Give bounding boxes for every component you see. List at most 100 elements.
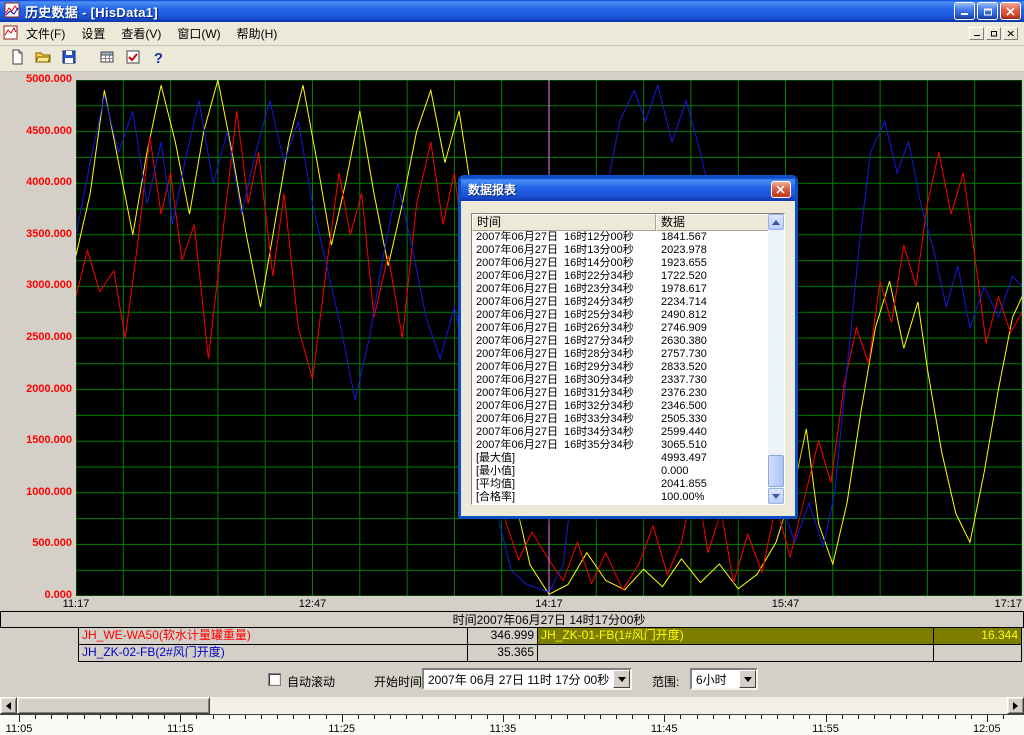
help-icon: ? — [154, 50, 163, 67]
report-row[interactable]: 2007年06月27日 16时27分34秒2630.380 — [472, 335, 770, 348]
menu-item-5[interactable]: 帮助(H) — [229, 22, 286, 45]
time-status-bar: 时间2007年06月27日 14时17分00秒 — [0, 611, 1024, 628]
ruler-tick — [664, 715, 665, 722]
legend-row-2[interactable]: JH_ZK-02-FB(2#风门开度)35.365 — [79, 645, 1021, 661]
vertical-scrollbar[interactable] — [768, 214, 784, 504]
report-row-value: 1722.520 — [656, 270, 707, 283]
menu-item-3[interactable]: 查看(V) — [113, 22, 169, 45]
data-table-button[interactable] — [95, 48, 118, 70]
report-row-value: 2023.978 — [656, 244, 707, 257]
application-window: 历史数据 - [HisData1] 文件(F)设置查看(V)窗口(W)帮助(H) — [0, 0, 1024, 735]
toolbar: ? — [0, 46, 1024, 72]
ruler-tick — [164, 715, 165, 719]
report-row[interactable]: 2007年06月27日 16时31分34秒2376.230 — [472, 387, 770, 400]
data-report-button[interactable] — [121, 48, 144, 70]
mdi-child-icon[interactable] — [3, 25, 18, 43]
x-axis-label: 11:17 — [56, 598, 96, 610]
column-header-value[interactable]: 数据 — [656, 214, 770, 231]
ruler-tick — [842, 715, 843, 719]
ruler-tick — [51, 715, 52, 719]
report-row[interactable]: [合格率]100.00% — [472, 491, 770, 504]
report-row[interactable]: 2007年06月27日 16时23分34秒1978.617 — [472, 283, 770, 296]
range-dropdown-icon[interactable] — [739, 670, 756, 688]
ruler-tick — [148, 715, 149, 719]
ruler-tick — [858, 715, 859, 719]
legend-value[interactable]: 16.344 — [934, 628, 1021, 644]
horizontal-scrollbar[interactable] — [0, 697, 1024, 714]
x-axis-label: 12:47 — [293, 598, 333, 610]
close-button[interactable] — [1000, 2, 1021, 20]
legend-value[interactable]: 35.365 — [468, 645, 538, 661]
legend-row-1[interactable]: JH_WE-WA50(软水计量罐重量)346.999JH_ZK-01-FB(1#… — [79, 628, 1021, 645]
ruler-tick — [793, 715, 794, 719]
auto-scroll-checkbox[interactable] — [268, 673, 281, 686]
y-axis-label: 4500.000 — [0, 125, 72, 138]
report-row-value: 2505.330 — [656, 413, 707, 426]
start-time-dropdown-icon[interactable] — [613, 670, 630, 688]
report-row-value: 3065.510 — [656, 439, 707, 452]
legend-name[interactable]: JH_WE-WA50(软水计量罐重量) — [79, 628, 468, 644]
report-row[interactable]: 2007年06月27日 16时29分34秒2833.520 — [472, 361, 770, 374]
report-row[interactable]: 2007年06月27日 16时14分00秒1923.655 — [472, 257, 770, 270]
scroll-right-button[interactable] — [1007, 697, 1024, 714]
dialog-title-bar[interactable]: 数据报表 — [461, 178, 795, 201]
report-row[interactable]: 2007年06月27日 16时26分34秒2746.909 — [472, 322, 770, 335]
report-row[interactable]: 2007年06月27日 16时25分34秒2490.812 — [472, 309, 770, 322]
report-row-time: 2007年06月27日 16时32分34秒 — [472, 400, 656, 413]
legend-name[interactable] — [538, 645, 934, 661]
y-axis-label: 500.000 — [0, 537, 72, 550]
report-row[interactable]: 2007年06月27日 16时12分00秒1841.567 — [472, 231, 770, 244]
report-row[interactable]: 2007年06月27日 16时35分34秒3065.510 — [472, 439, 770, 452]
mdi-restore-button[interactable] — [986, 27, 1001, 40]
data-report-dialog: 数据报表 时间 数据 2007年06月27日 16时12分00秒1841.567… — [458, 175, 798, 519]
column-header-time[interactable]: 时间 — [472, 214, 656, 231]
scroll-down-button[interactable] — [768, 488, 784, 504]
scroll-left-button[interactable] — [0, 697, 17, 714]
new-file-button[interactable] — [5, 48, 28, 70]
report-row[interactable]: 2007年06月27日 16时24分34秒2234.714 — [472, 296, 770, 309]
title-bar[interactable]: 历史数据 - [HisData1] — [0, 0, 1024, 22]
ruler-tick — [374, 715, 375, 719]
help-button[interactable]: ? — [147, 48, 170, 70]
report-row-time: 2007年06月27日 16时25分34秒 — [472, 309, 656, 322]
report-row[interactable]: 2007年06月27日 16时13分00秒2023.978 — [472, 244, 770, 257]
report-row[interactable]: 2007年06月27日 16时30分34秒2337.730 — [472, 374, 770, 387]
mdi-minimize-button[interactable] — [969, 27, 984, 40]
dialog-close-button[interactable] — [771, 181, 791, 198]
menu-item-1[interactable]: 文件(F) — [18, 22, 73, 45]
report-row-value: 2337.730 — [656, 374, 707, 387]
range-select[interactable]: 6小时 — [690, 668, 758, 690]
report-row[interactable]: [最小值]0.000 — [472, 465, 770, 478]
mdi-close-button[interactable] — [1003, 27, 1018, 40]
report-row[interactable]: [平均值]2041.855 — [472, 478, 770, 491]
report-row-value: 2599.440 — [656, 426, 707, 439]
restore-button[interactable] — [977, 2, 998, 20]
open-file-button[interactable] — [31, 48, 54, 70]
report-row[interactable]: 2007年06月27日 16时33分34秒2505.330 — [472, 413, 770, 426]
report-row[interactable]: 2007年06月27日 16时32分34秒2346.500 — [472, 400, 770, 413]
scroll-up-button[interactable] — [768, 214, 784, 230]
report-row[interactable]: [最大值]4993.497 — [472, 452, 770, 465]
report-row[interactable]: 2007年06月27日 16时28分34秒2757.730 — [472, 348, 770, 361]
menu-item-2[interactable]: 设置 — [73, 22, 113, 45]
ruler-tick — [955, 715, 956, 719]
ruler-tick — [342, 715, 343, 722]
report-row[interactable]: 2007年06月27日 16时34分34秒2599.440 — [472, 426, 770, 439]
y-axis-label: 4000.000 — [0, 176, 72, 189]
minimize-button[interactable] — [954, 2, 975, 20]
start-time-value: 2007年 06月 27日 11时 17分 00秒 — [424, 671, 613, 688]
start-time-picker[interactable]: 2007年 06月 27日 11时 17分 00秒 — [422, 668, 632, 690]
ruler-tick — [277, 715, 278, 719]
legend-name[interactable]: JH_ZK-02-FB(2#风门开度) — [79, 645, 468, 661]
menu-item-4[interactable]: 窗口(W) — [169, 22, 228, 45]
ruler-tick — [567, 715, 568, 719]
report-row[interactable]: 2007年06月27日 16时22分34秒1722.520 — [472, 270, 770, 283]
save-button[interactable] — [57, 48, 80, 70]
report-row-time: 2007年06月27日 16时24分34秒 — [472, 296, 656, 309]
vscrollbar-thumb[interactable] — [768, 455, 784, 487]
scrollbar-thumb[interactable] — [17, 697, 210, 714]
legend-value[interactable]: 346.999 — [468, 628, 538, 644]
report-row-value: 2757.730 — [656, 348, 707, 361]
legend-value[interactable] — [934, 645, 1021, 661]
legend-name[interactable]: JH_ZK-01-FB(1#风门开度) — [538, 628, 934, 644]
